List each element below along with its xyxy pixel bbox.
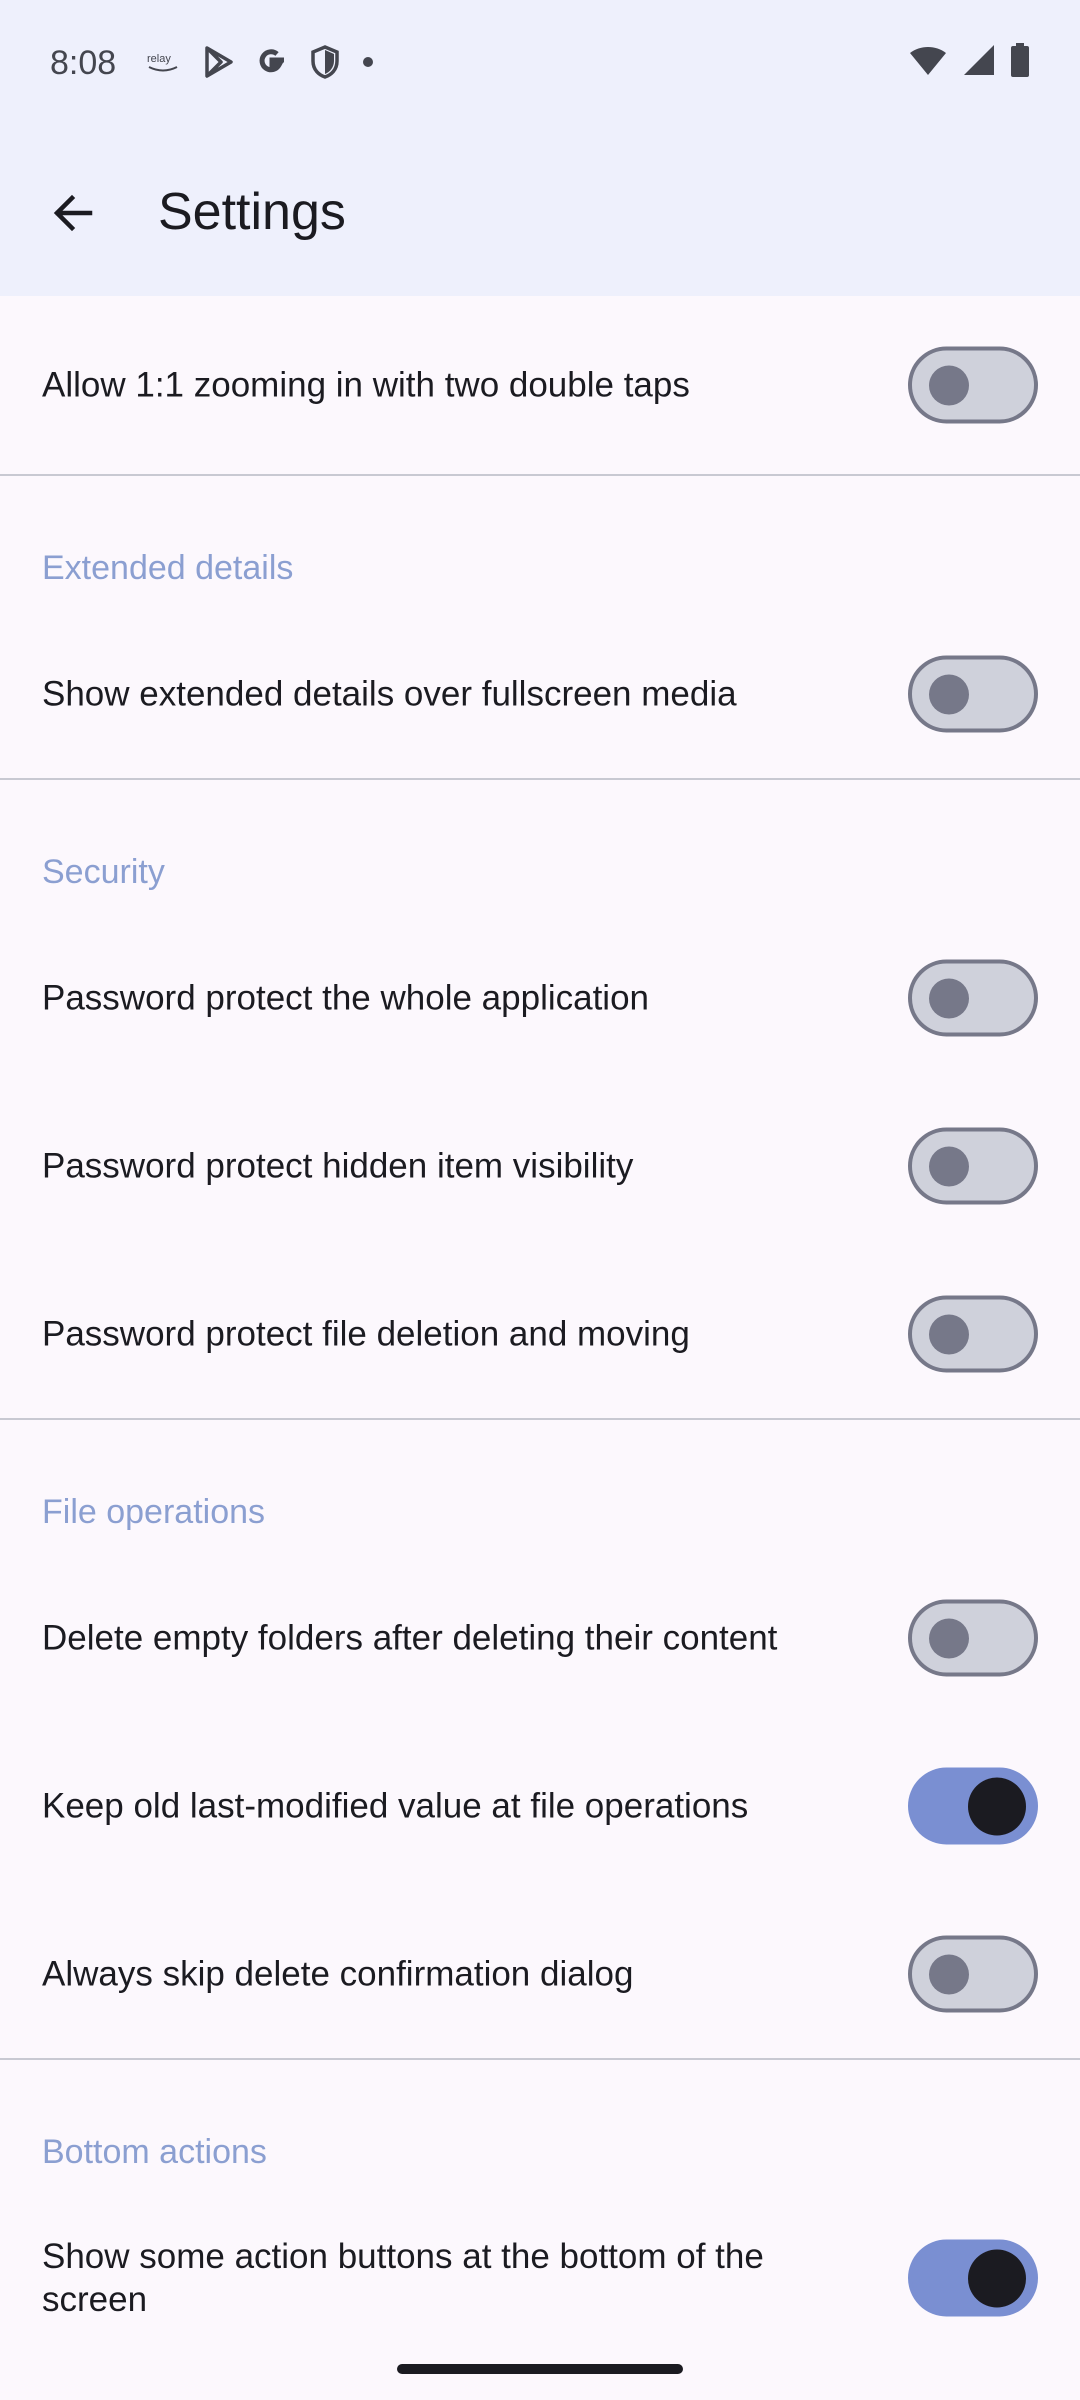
setting-row-delete-empty-folders[interactable]: Delete empty folders after deleting thei… xyxy=(0,1554,1080,1722)
setting-label: Delete empty folders after deleting thei… xyxy=(42,1618,778,1658)
settings-list: Allow 1:1 zooming in with two double tap… xyxy=(0,296,1080,2362)
toggle-switch[interactable] xyxy=(908,1767,1038,1845)
toggle-switch[interactable] xyxy=(908,1295,1038,1373)
setting-row-password-deletion[interactable]: Password protect file deletion and movin… xyxy=(0,1250,1080,1418)
section-title: File operations xyxy=(42,1493,266,1531)
google-icon xyxy=(259,49,284,73)
status-notification-icons: relay xyxy=(145,44,375,80)
toggle-switch[interactable] xyxy=(908,655,1038,733)
gesture-nav-handle[interactable] xyxy=(397,2364,683,2374)
toggle-switch[interactable] xyxy=(908,1935,1038,2013)
svg-text:relay: relay xyxy=(147,53,171,65)
toggle-switch[interactable] xyxy=(908,1599,1038,1677)
arrow-back-icon xyxy=(53,194,93,232)
setting-label: Password protect hidden item visibility xyxy=(42,1146,634,1186)
section-title: Extended details xyxy=(42,549,294,587)
page-title: Settings xyxy=(158,183,346,241)
status-system-icons xyxy=(908,42,1030,78)
relay-icon: relay xyxy=(147,53,178,72)
dot-icon xyxy=(363,57,373,67)
switch-thumb xyxy=(929,1954,969,1994)
shield-icon xyxy=(311,45,339,79)
setting-row-zoom[interactable]: Allow 1:1 zooming in with two double tap… xyxy=(0,296,1080,474)
setting-label: Password protect the whole application xyxy=(42,978,650,1018)
section-header-extended-details: Extended details xyxy=(0,476,1080,610)
switch-thumb xyxy=(929,1146,969,1186)
setting-label: Show extended details over fullscreen me… xyxy=(42,674,737,714)
switch-thumb xyxy=(929,1618,969,1658)
status-time: 8:08 xyxy=(50,44,117,82)
app-bar: Settings xyxy=(0,130,1080,296)
setting-row-password-hidden[interactable]: Password protect hidden item visibility xyxy=(0,1082,1080,1250)
switch-thumb xyxy=(968,2249,1026,2307)
switch-thumb xyxy=(929,674,969,714)
toggle-switch[interactable] xyxy=(908,346,1038,424)
setting-row-extended-details[interactable]: Show extended details over fullscreen me… xyxy=(0,610,1080,778)
section-header-security: Security xyxy=(0,780,1080,914)
setting-row-skip-delete-confirmation[interactable]: Always skip delete confirmation dialog xyxy=(0,1890,1080,2058)
status-bar: 8:08 relay xyxy=(0,0,1080,130)
section-title: Bottom actions xyxy=(42,2133,267,2171)
battery-icon xyxy=(1011,43,1029,77)
switch-thumb xyxy=(929,978,969,1018)
wifi-icon xyxy=(910,47,946,75)
signal-icon xyxy=(964,45,994,75)
toggle-switch[interactable] xyxy=(908,2239,1038,2317)
setting-label: Password protect file deletion and movin… xyxy=(42,1314,690,1354)
setting-label: Always skip delete confirmation dialog xyxy=(42,1954,634,1994)
switch-thumb xyxy=(929,1314,969,1354)
section-title: Security xyxy=(42,853,165,891)
setting-row-password-app[interactable]: Password protect the whole application xyxy=(0,914,1080,1082)
setting-label: Allow 1:1 zooming in with two double tap… xyxy=(42,365,690,405)
switch-thumb xyxy=(929,365,969,405)
play-store-icon xyxy=(205,46,233,78)
setting-label: Show some action buttons at the bottom o… xyxy=(42,2237,764,2319)
setting-row-keep-last-modified[interactable]: Keep old last-modified value at file ope… xyxy=(0,1722,1080,1890)
setting-label: Keep old last-modified value at file ope… xyxy=(42,1786,749,1826)
section-header-bottom-actions: Bottom actions xyxy=(0,2060,1080,2194)
back-button[interactable] xyxy=(40,180,106,246)
switch-thumb xyxy=(968,1777,1026,1835)
toggle-switch[interactable] xyxy=(908,1127,1038,1205)
toggle-switch[interactable] xyxy=(908,959,1038,1037)
setting-row-bottom-action-buttons[interactable]: Show some action buttons at the bottom o… xyxy=(0,2194,1080,2362)
section-header-file-operations: File operations xyxy=(0,1420,1080,1554)
